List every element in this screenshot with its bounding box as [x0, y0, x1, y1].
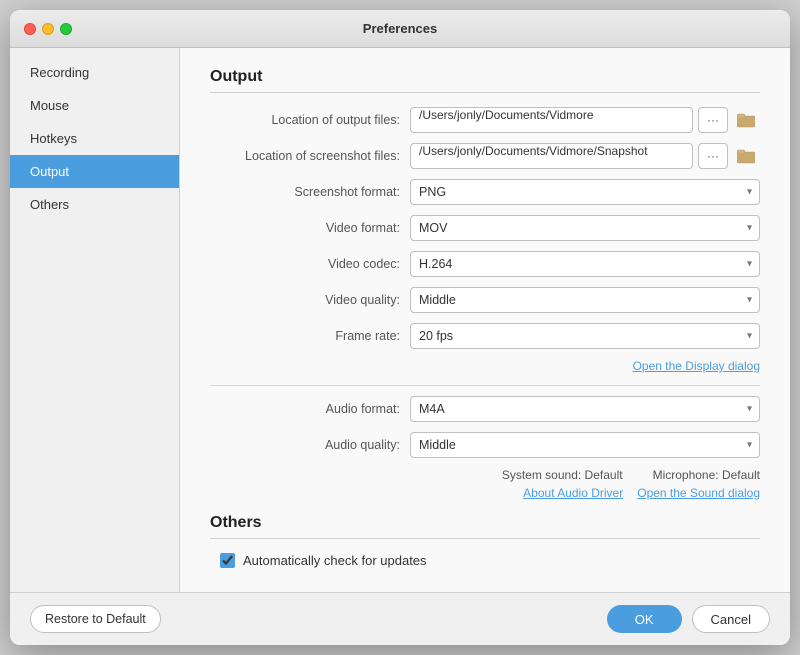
sidebar-item-others[interactable]: Others — [10, 188, 179, 221]
restore-default-button[interactable]: Restore to Default — [30, 605, 161, 633]
footer-right: OK Cancel — [607, 605, 770, 633]
audio-quality-select[interactable]: High Middle Low — [410, 432, 760, 458]
screenshot-location-label: Location of screenshot files: — [210, 149, 410, 163]
screenshot-location-control: /Users/jonly/Documents/Vidmore/Snapshot … — [410, 143, 760, 169]
frame-rate-wrapper: 60 fps 30 fps 20 fps 15 fps 10 fps ▾ — [410, 323, 760, 349]
system-sound-value: Default — [585, 468, 623, 482]
audio-quality-control: High Middle Low ▾ — [410, 432, 760, 458]
auto-check-updates-row: Automatically check for updates — [220, 553, 760, 568]
open-display-dialog-link[interactable]: Open the Display dialog — [633, 359, 760, 373]
maximize-button[interactable] — [60, 23, 72, 35]
output-section-title: Output — [210, 68, 760, 93]
output-section: Output Location of output files: /Users/… — [210, 68, 760, 500]
audio-format-wrapper: M4A MP3 AAC WMA ▾ — [410, 396, 760, 422]
video-format-row: Video format: MOV MP4 AVI MKV ▾ — [210, 215, 760, 241]
screenshot-format-control: PNG JPG BMP GIF ▾ — [410, 179, 760, 205]
ok-button[interactable]: OK — [607, 605, 682, 633]
preferences-window: Preferences Recording Mouse Hotkeys Outp… — [10, 10, 790, 645]
audio-divider — [210, 385, 760, 386]
audio-format-control: M4A MP3 AAC WMA ▾ — [410, 396, 760, 422]
video-codec-control: H.264 H.265 MPEG-4 ▾ — [410, 251, 760, 277]
about-audio-driver-link[interactable]: About Audio Driver — [523, 486, 623, 500]
sidebar-item-mouse[interactable]: Mouse — [10, 89, 179, 122]
system-sound-info: System sound: Default — [502, 468, 623, 482]
audio-info-row: System sound: Default Microphone: Defaul… — [210, 468, 760, 482]
sidebar-item-recording[interactable]: Recording — [10, 56, 179, 89]
video-codec-row: Video codec: H.264 H.265 MPEG-4 ▾ — [210, 251, 760, 277]
video-format-label: Video format: — [210, 221, 410, 235]
frame-rate-row: Frame rate: 60 fps 30 fps 20 fps 15 fps … — [210, 323, 760, 349]
audio-quality-label: Audio quality: — [210, 438, 410, 452]
content-area: Output Location of output files: /Users/… — [180, 48, 790, 592]
audio-format-row: Audio format: M4A MP3 AAC WMA ▾ — [210, 396, 760, 422]
audio-quality-row: Audio quality: High Middle Low ▾ — [210, 432, 760, 458]
video-format-control: MOV MP4 AVI MKV ▾ — [410, 215, 760, 241]
minimize-button[interactable] — [42, 23, 54, 35]
video-codec-select[interactable]: H.264 H.265 MPEG-4 — [410, 251, 760, 277]
output-location-folder-button[interactable] — [732, 107, 760, 133]
others-section-title: Others — [210, 514, 760, 539]
audio-links-row: About Audio Driver Open the Sound dialog — [210, 486, 760, 500]
display-dialog-row: Open the Display dialog — [210, 359, 760, 373]
screenshot-location-row: Location of screenshot files: /Users/jon… — [210, 143, 760, 169]
auto-check-updates-checkbox[interactable] — [220, 553, 235, 568]
footer: Restore to Default OK Cancel — [10, 592, 790, 645]
screenshot-location-input[interactable]: /Users/jonly/Documents/Vidmore/Snapshot — [410, 143, 693, 169]
frame-rate-select[interactable]: 60 fps 30 fps 20 fps 15 fps 10 fps — [410, 323, 760, 349]
video-quality-control: High Middle Low ▾ — [410, 287, 760, 313]
output-location-input[interactable]: /Users/jonly/Documents/Vidmore — [410, 107, 693, 133]
microphone-label: Microphone: — [653, 468, 719, 482]
output-location-ellipsis-button[interactable]: ··· — [698, 107, 728, 133]
output-location-label: Location of output files: — [210, 113, 410, 127]
main-content: Recording Mouse Hotkeys Output Others Ou… — [10, 48, 790, 592]
video-codec-label: Video codec: — [210, 257, 410, 271]
audio-format-label: Audio format: — [210, 402, 410, 416]
audio-quality-wrapper: High Middle Low ▾ — [410, 432, 760, 458]
output-location-row: Location of output files: /Users/jonly/D… — [210, 107, 760, 133]
output-location-control: /Users/jonly/Documents/Vidmore ··· — [410, 107, 760, 133]
traffic-lights — [24, 23, 72, 35]
frame-rate-control: 60 fps 30 fps 20 fps 15 fps 10 fps ▾ — [410, 323, 760, 349]
screenshot-format-label: Screenshot format: — [210, 185, 410, 199]
screenshot-format-row: Screenshot format: PNG JPG BMP GIF ▾ — [210, 179, 760, 205]
screenshot-location-folder-button[interactable] — [732, 143, 760, 169]
close-button[interactable] — [24, 23, 36, 35]
window-title: Preferences — [363, 21, 437, 36]
others-section: Others Automatically check for updates — [210, 514, 760, 568]
video-quality-wrapper: High Middle Low ▾ — [410, 287, 760, 313]
screenshot-location-ellipsis-button[interactable]: ··· — [698, 143, 728, 169]
video-format-wrapper: MOV MP4 AVI MKV ▾ — [410, 215, 760, 241]
video-quality-select[interactable]: High Middle Low — [410, 287, 760, 313]
video-quality-row: Video quality: High Middle Low ▾ — [210, 287, 760, 313]
frame-rate-label: Frame rate: — [210, 329, 410, 343]
auto-check-updates-label: Automatically check for updates — [243, 553, 427, 568]
cancel-button[interactable]: Cancel — [692, 605, 770, 633]
titlebar: Preferences — [10, 10, 790, 48]
video-format-select[interactable]: MOV MP4 AVI MKV — [410, 215, 760, 241]
sidebar-item-hotkeys[interactable]: Hotkeys — [10, 122, 179, 155]
system-sound-label: System sound: — [502, 468, 581, 482]
open-sound-dialog-link[interactable]: Open the Sound dialog — [637, 486, 760, 500]
sidebar: Recording Mouse Hotkeys Output Others — [10, 48, 180, 592]
video-codec-wrapper: H.264 H.265 MPEG-4 ▾ — [410, 251, 760, 277]
audio-format-select[interactable]: M4A MP3 AAC WMA — [410, 396, 760, 422]
microphone-info: Microphone: Default — [653, 468, 760, 482]
microphone-value: Default — [722, 468, 760, 482]
sidebar-item-output[interactable]: Output — [10, 155, 179, 188]
screenshot-format-select[interactable]: PNG JPG BMP GIF — [410, 179, 760, 205]
video-quality-label: Video quality: — [210, 293, 410, 307]
screenshot-format-wrapper: PNG JPG BMP GIF ▾ — [410, 179, 760, 205]
